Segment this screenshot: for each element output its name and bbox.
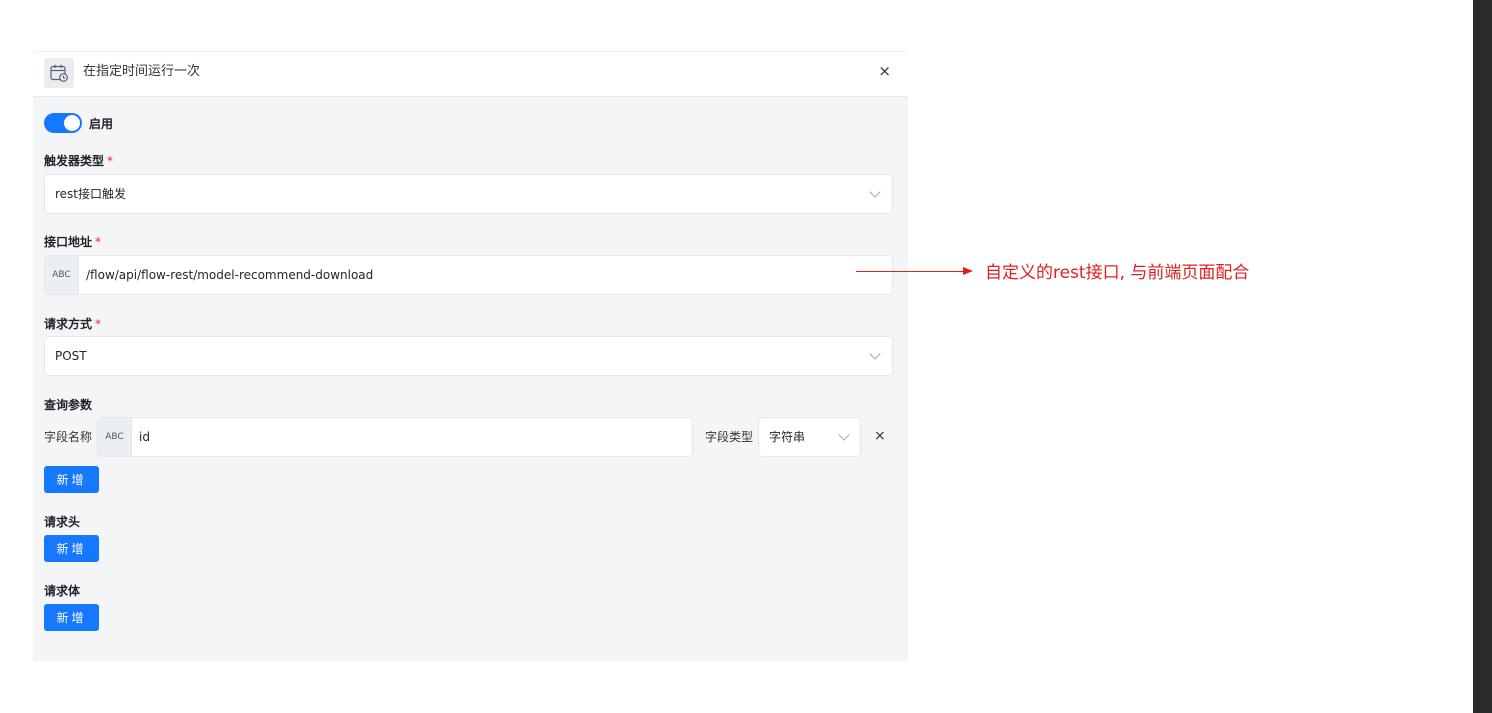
annotation-text: 自定义的rest接口, 与前端页面配合	[985, 263, 1250, 283]
add-header-button[interactable]: 新增	[44, 535, 99, 562]
field-type-value: 字符串	[769, 430, 806, 444]
add-body-button[interactable]: 新增	[44, 604, 99, 631]
method-label-text: 请求方式	[44, 317, 93, 331]
query-params-label: 查询参数	[44, 398, 93, 412]
method-value: POST	[55, 349, 87, 363]
field-name-label: 字段名称	[44, 430, 93, 444]
required-mark: *	[107, 154, 114, 168]
abc-text-icon: ABC	[45, 256, 79, 294]
remove-row-icon[interactable]: ×	[874, 428, 886, 444]
panel-title: 在指定时间运行一次	[83, 64, 201, 79]
field-name-value: id	[139, 430, 150, 444]
enable-label: 启用	[89, 116, 114, 131]
trigger-type-value: rest接口触发	[55, 187, 127, 201]
endpoint-label-text: 接口地址	[44, 235, 93, 249]
abc-text-icon: ABC	[98, 418, 132, 456]
chevron-down-icon	[869, 186, 881, 198]
endpoint-label: 接口地址 *	[44, 234, 101, 250]
endpoint-value: /flow/api/flow-rest/model-recommend-down…	[86, 268, 374, 282]
trigger-type-label: 触发器类型 *	[44, 153, 113, 169]
trigger-config-panel: 在指定时间运行一次 × 启用 触发器类型 * rest接口触发 接口地址 * ABC…	[33, 51, 908, 661]
field-name-input[interactable]: ABC id	[97, 417, 693, 457]
annotation-arrow-head	[963, 267, 973, 275]
trigger-type-select[interactable]: rest接口触发	[44, 174, 893, 214]
headers-label: 请求头	[44, 515, 81, 529]
required-mark: *	[95, 317, 102, 331]
body-label: 请求体	[44, 584, 81, 598]
enable-row: 启用	[44, 113, 113, 133]
chevron-down-icon	[869, 348, 881, 360]
calendar-clock-icon	[44, 58, 74, 88]
required-mark: *	[95, 235, 102, 249]
toggle-knob	[64, 115, 80, 131]
field-type-label: 字段类型	[705, 430, 754, 444]
method-select[interactable]: POST	[44, 336, 893, 376]
field-type-select[interactable]: 字符串	[758, 417, 861, 457]
annotation-arrow-line	[856, 271, 964, 272]
endpoint-input[interactable]: ABC /flow/api/flow-rest/model-recommend-…	[44, 255, 893, 295]
right-edge-bar	[1473, 0, 1492, 713]
close-icon[interactable]: ×	[878, 62, 891, 80]
trigger-type-label-text: 触发器类型	[44, 154, 105, 168]
enable-toggle[interactable]	[44, 113, 82, 133]
method-label: 请求方式 *	[44, 316, 101, 332]
add-query-param-button[interactable]: 新增	[44, 466, 99, 493]
panel-header: 在指定时间运行一次 ×	[33, 51, 908, 97]
chevron-down-icon	[838, 429, 850, 441]
